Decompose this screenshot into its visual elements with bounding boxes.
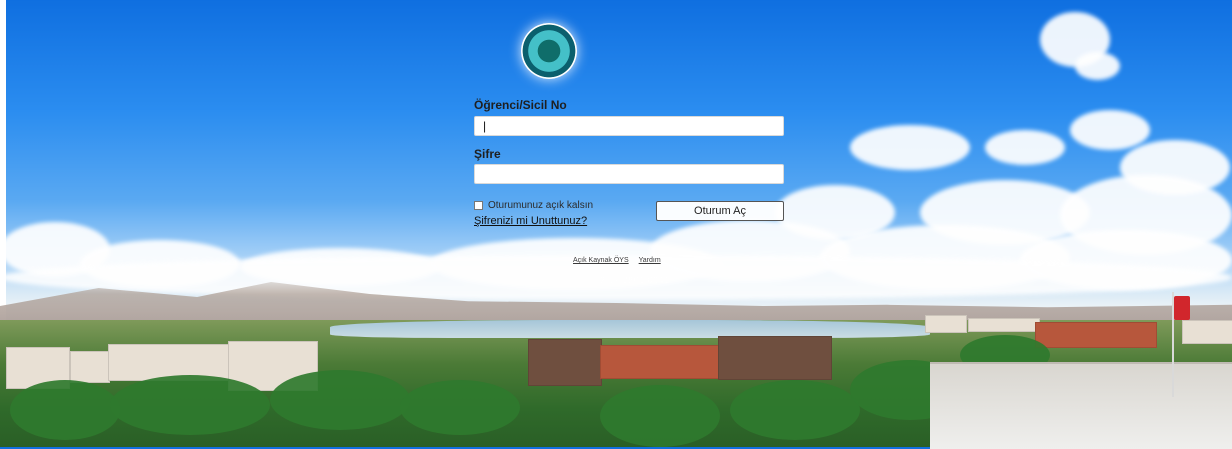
tree [10, 380, 120, 440]
building [718, 336, 832, 380]
version-text: © 2.17.3861.0041 [590, 275, 670, 285]
student-no-input[interactable] [474, 116, 784, 136]
remember-me-label: Oturumunuz açık kalsın [488, 200, 594, 211]
remember-me[interactable]: Oturumunuz açık kalsın [474, 200, 593, 211]
footer-links: Açık Kaynak ÖYS Yardım [573, 257, 661, 264]
logo-emblem-icon [521, 23, 577, 79]
tree [730, 380, 860, 440]
remember-me-checkbox[interactable] [474, 201, 483, 210]
building [528, 339, 602, 386]
university-logo [505, 18, 593, 84]
building [1182, 320, 1232, 344]
cloud [985, 130, 1065, 165]
tree [110, 375, 270, 435]
building [70, 351, 110, 383]
cloud [850, 125, 970, 170]
login-button[interactable]: Oturum Aç [656, 201, 784, 221]
help-link[interactable]: Yardım [639, 257, 661, 264]
lake [330, 320, 930, 338]
building [925, 315, 967, 333]
forgot-password-link[interactable]: Şifrenizi mi Unuttunuz? [474, 215, 587, 227]
building [1035, 322, 1157, 348]
tree [600, 385, 720, 447]
building [968, 318, 1040, 332]
turkish-flag [1174, 296, 1190, 320]
open-source-link[interactable]: Açık Kaynak ÖYS [573, 257, 629, 264]
tree [270, 370, 410, 430]
password-input[interactable] [474, 164, 784, 184]
cloud [1070, 110, 1150, 150]
plaza [930, 362, 1232, 449]
tree [400, 380, 520, 435]
building [600, 345, 720, 379]
cloud [1075, 52, 1120, 80]
student-no-label: Öğrenci/Sicil No [474, 98, 567, 112]
password-label: Şifre [474, 147, 501, 161]
